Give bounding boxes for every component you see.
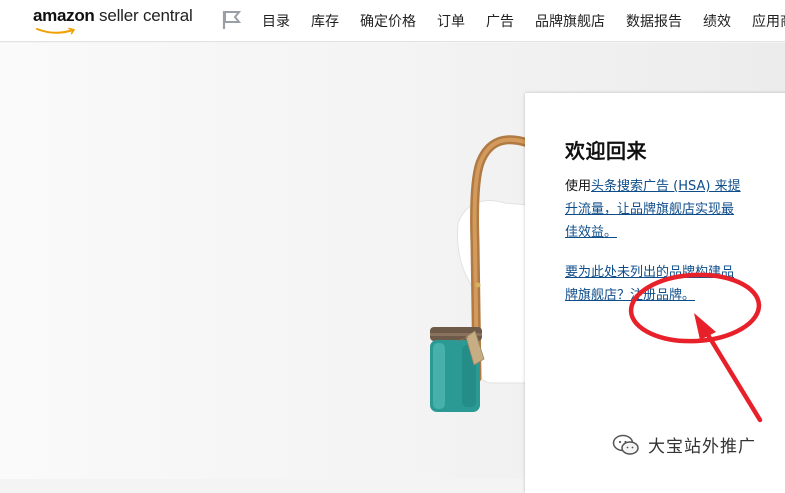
- main-nav: 目录 库存 确定价格 订单 广告 品牌旗舰店 数据报告 绩效 应用商: [262, 0, 785, 42]
- hsa-promo-prefix: 使用: [565, 179, 592, 194]
- amazon-seller-central-logo[interactable]: amazon seller central: [33, 6, 193, 36]
- nav-item-reports[interactable]: 数据报告: [626, 11, 682, 31]
- amazon-smile-icon: [36, 27, 75, 35]
- nav-item-stores[interactable]: 品牌旗舰店: [535, 11, 605, 31]
- wechat-watermark: 大宝站外推广: [612, 432, 756, 457]
- nav-item-performance[interactable]: 绩效: [703, 11, 731, 31]
- nav-item-apps[interactable]: 应用商: [752, 11, 785, 31]
- logo-brand-text: amazon: [33, 6, 95, 25]
- nav-item-inventory[interactable]: 库存: [311, 11, 339, 31]
- product-image: [430, 135, 530, 412]
- wechat-icon: [612, 434, 639, 455]
- hsa-promo-text: 使用头条搜索广告 (HSA) 来提升流量，让品牌旗舰店实现最佳效益。: [565, 175, 743, 244]
- welcome-title: 欢迎回来: [565, 139, 647, 163]
- logo-product-text: seller central: [94, 6, 193, 25]
- nav-item-pricing[interactable]: 确定价格: [360, 11, 416, 31]
- nav-item-advertising[interactable]: 广告: [486, 11, 514, 31]
- watermark-text: 大宝站外推广: [648, 437, 756, 457]
- nav-item-orders[interactable]: 订单: [437, 11, 465, 31]
- hsa-ads-link[interactable]: 头条搜索广告 (HSA) 来提升流量，让品牌旗舰店实现最佳效益。: [565, 179, 741, 240]
- nav-item-catalog[interactable]: 目录: [262, 11, 290, 31]
- register-brand-text: 要为此处未列出的品牌构建品牌旗舰店？注册品牌。: [565, 261, 743, 307]
- flag-icon[interactable]: [221, 9, 243, 31]
- top-nav-bar: amazon seller central 目录 库存 确定价格 订单 广告 品…: [0, 0, 785, 42]
- register-brand-link[interactable]: 要为此处未列出的品牌构建品牌旗舰店？注册品牌。: [565, 265, 734, 303]
